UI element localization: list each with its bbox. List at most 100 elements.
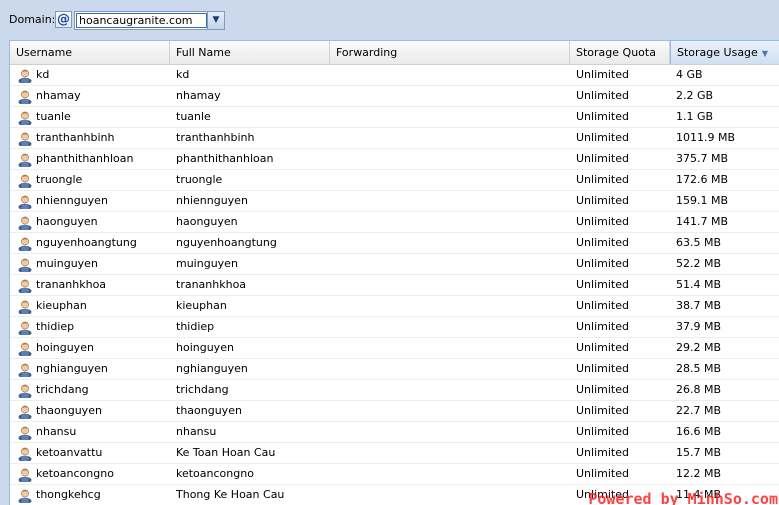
user-icon [18,320,32,337]
cell-username: kd [10,65,170,85]
table-row[interactable]: haonguyen haonguyen Unlimited 141.7 MB [10,212,779,233]
cell-forwarding [330,359,570,379]
cell-full-name: nguyenhoangtung [176,236,277,249]
cell-username: haonguyen [10,212,170,232]
column-header-storage-usage[interactable]: Storage Usage ▼ [670,41,779,64]
username-text: nguyenhoangtung [36,236,137,249]
cell-full-name: muinguyen [176,257,238,270]
table-row[interactable]: kd kd Unlimited 4 GB [10,65,779,86]
cell-full-name: nhamay [176,89,221,102]
table-row[interactable]: nhamay nhamay Unlimited 2.2 GB [10,86,779,107]
column-header-forwarding[interactable]: Forwarding [330,41,570,64]
cell-storage-quota: Unlimited [576,341,629,354]
cell-storage-quota: Unlimited [576,425,629,438]
cell-storage-usage: 159.1 MB [676,194,729,207]
column-header-full-name[interactable]: Full Name [170,41,330,64]
cell-storage-quota: Unlimited [576,404,629,417]
cell-forwarding [330,254,570,274]
username-text: nhamay [36,89,81,102]
table-row[interactable]: tranthanhbinh tranthanhbinh Unlimited 1011.… [10,128,779,149]
domain-input[interactable] [75,12,208,29]
cell-storage-usage: 38.7 MB [676,299,722,312]
grid-body: kd kd Unlimited 4 GB nhamay nhamay Unlimited 2.… [10,65,779,505]
cell-full-name: Thong Ke Hoan Cau [176,488,285,501]
column-header-label: Forwarding [336,46,398,59]
user-icon [18,299,32,316]
cell-storage-usage: 1.1 GB [676,110,714,123]
cell-full-name: ketoancongno [176,467,254,480]
table-row[interactable]: trichdang trichdang Unlimited 26.8 MB [10,380,779,401]
table-row[interactable]: muinguyen muinguyen Unlimited 52.2 MB [10,254,779,275]
cell-forwarding [330,443,570,463]
cell-forwarding [330,128,570,148]
column-header-storage-quota[interactable]: Storage Quota [570,41,670,64]
column-header-username[interactable]: Username [10,41,170,64]
cell-forwarding [330,317,570,337]
cell-storage-quota: Unlimited [576,68,629,81]
username-text: muinguyen [36,257,98,270]
cell-full-name: thaonguyen [176,404,242,417]
chevron-down-icon[interactable]: ▼ [207,12,224,29]
cell-username: thidiep [10,317,170,337]
domain-combobox[interactable]: ▼ [74,11,225,30]
table-row[interactable]: trananhkhoa trananhkhoa Unlimited 51.4 MB [10,275,779,296]
username-text: trichdang [36,383,89,396]
table-row[interactable]: thidiep thidiep Unlimited 37.9 MB [10,317,779,338]
cell-forwarding [330,149,570,169]
accounts-grid: Username Full Name Forwarding Storage Qu… [9,40,779,505]
cell-storage-quota: Unlimited [576,194,629,207]
user-icon [18,173,32,190]
table-row[interactable]: phanthithanhloan phanthithanhloan Unlimite… [10,149,779,170]
table-row[interactable]: nhansu nhansu Unlimited 16.6 MB [10,422,779,443]
table-row[interactable]: ketoancongno ketoancongno Unlimited 12.2 MB [10,464,779,485]
cell-username: truongle [10,170,170,190]
table-row[interactable]: tuanle tuanle Unlimited 1.1 GB [10,107,779,128]
user-icon [18,446,32,463]
user-icon [18,404,32,421]
table-row[interactable]: nhiennguyen nhiennguyen Unlimited 159.1 MB [10,191,779,212]
cell-username: tranthanhbinh [10,128,170,148]
username-text: thongkehcg [36,488,101,501]
cell-full-name: trananhkhoa [176,278,247,291]
user-icon [18,236,32,253]
cell-storage-quota: Unlimited [576,299,629,312]
user-icon [18,341,32,358]
username-text: thidiep [36,320,75,333]
cell-username: nhamay [10,86,170,106]
cell-full-name: haonguyen [176,215,238,228]
cell-username: muinguyen [10,254,170,274]
cell-username: nhansu [10,422,170,442]
user-icon [18,68,32,85]
cell-storage-usage: 16.6 MB [676,425,722,438]
table-row[interactable]: hoinguyen hoinguyen Unlimited 29.2 MB [10,338,779,359]
cell-username: kieuphan [10,296,170,316]
cell-username: ketoanvattu [10,443,170,463]
cell-storage-usage: 1011.9 MB [676,131,736,144]
cell-forwarding [330,380,570,400]
username-text: nhiennguyen [36,194,108,207]
cell-username: hoinguyen [10,338,170,358]
cell-storage-usage: 29.2 MB [676,341,722,354]
table-row[interactable]: kieuphan kieuphan Unlimited 38.7 MB [10,296,779,317]
table-row[interactable]: thaonguyen thaonguyen Unlimited 22.7 MB [10,401,779,422]
cell-storage-quota: Unlimited [576,257,629,270]
cell-username: ketoancongno [10,464,170,484]
user-icon [18,215,32,232]
cell-forwarding [330,65,570,85]
user-icon [18,425,32,442]
table-row[interactable]: nguyenhoangtung nguyenhoangtung Unlimited 6… [10,233,779,254]
cell-forwarding [330,464,570,484]
cell-full-name: tranthanhbinh [176,131,255,144]
cell-storage-quota: Unlimited [576,173,629,186]
column-header-label: Storage Quota [576,46,656,59]
cell-username: nguyenhoangtung [10,233,170,253]
user-icon [18,110,32,127]
toolbar: Domain: @ ▼ [0,0,779,40]
table-row[interactable]: ketoanvattu Ke Toan Hoan Cau Unlimited 15.7… [10,443,779,464]
cell-storage-quota: Unlimited [576,89,629,102]
table-row[interactable]: truongle truongle Unlimited 172.6 MB [10,170,779,191]
user-icon [18,362,32,379]
cell-forwarding [330,170,570,190]
cell-username: trichdang [10,380,170,400]
table-row[interactable]: nghianguyen nghianguyen Unlimited 28.5 MB [10,359,779,380]
